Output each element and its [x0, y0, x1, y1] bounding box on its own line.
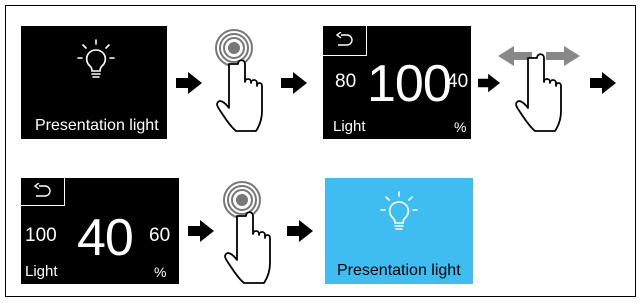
arrow-right-icon	[287, 220, 313, 242]
unit-label: %	[154, 264, 167, 280]
back-icon	[335, 32, 353, 46]
back-button[interactable]	[323, 26, 367, 56]
setting-label: Light	[25, 263, 58, 280]
function-label: Presentation light	[35, 117, 159, 134]
presentation-light-screen[interactable]: Presentation light	[21, 26, 167, 139]
back-button[interactable]	[21, 178, 65, 206]
presentation-light-active-screen[interactable]: Presentation light	[325, 178, 473, 284]
previous-value: 100	[25, 225, 57, 246]
finger-tap-icon	[215, 29, 263, 132]
unit-label: %	[454, 119, 467, 135]
finger-tap-icon	[223, 181, 271, 284]
setting-label: Light	[333, 118, 366, 135]
light-setting-screen-adjusted: 100 40 60 Light %	[21, 178, 179, 284]
current-value: 100	[367, 55, 452, 113]
function-label: Presentation light	[337, 262, 461, 279]
arrow-right-icon	[188, 220, 214, 242]
back-icon	[33, 183, 51, 197]
previous-value: 80	[335, 71, 357, 92]
next-value: 60	[149, 225, 171, 246]
arrow-right-icon	[590, 72, 616, 94]
arrow-right-icon	[281, 72, 307, 94]
current-value: 40	[77, 209, 134, 267]
lightbulb-icon	[77, 39, 115, 78]
finger-swipe-icon	[498, 46, 580, 132]
light-setting-screen: 80 100 40 Light %	[323, 26, 471, 139]
lightbulb-icon	[380, 191, 418, 230]
arrow-right-icon	[478, 73, 500, 93]
next-value: 40	[447, 71, 469, 92]
arrow-right-icon	[176, 72, 202, 94]
